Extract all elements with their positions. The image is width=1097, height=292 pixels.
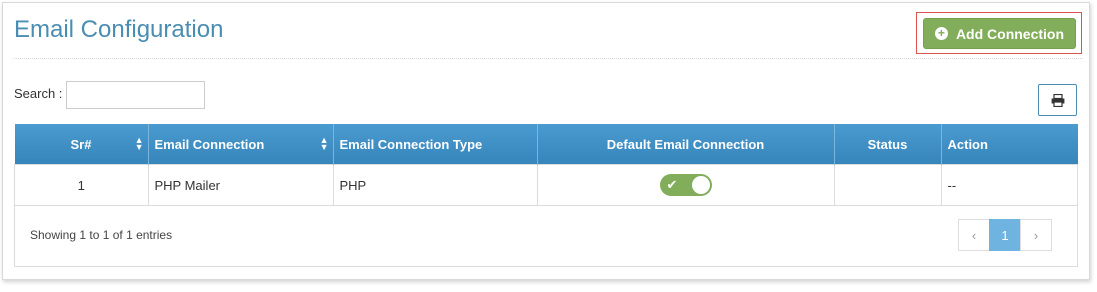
cell-email-connection: PHP Mailer (147, 164, 334, 206)
cell-action: -- (940, 164, 1078, 206)
column-header-sr[interactable]: Sr# ▲ ▼ (14, 124, 149, 165)
plus-circle-icon: + (934, 27, 948, 40)
search-input[interactable] (66, 81, 205, 109)
default-connection-toggle[interactable]: ✔ (659, 174, 712, 196)
add-connection-label: Add Connection (955, 25, 1065, 42)
cell-sr: 1 (14, 164, 149, 206)
printer-icon (1051, 93, 1064, 107)
toggle-knob (691, 176, 710, 194)
table-footer (14, 205, 1078, 267)
pagination-page-1[interactable]: 1 (989, 219, 1021, 251)
pagination-next-button[interactable]: › (1020, 219, 1052, 251)
title-divider (14, 58, 1083, 59)
pagination-prev-button[interactable]: ‹ (958, 219, 990, 251)
search-label: Search : (14, 86, 63, 101)
email-connections-table: Sr# ▲ ▼ Email Connection ▲ ▼ Email Connect… (14, 124, 1078, 206)
pagination: ‹ 1 › (958, 219, 1052, 251)
column-header-default-email-connection: Default Email Connection (537, 124, 835, 165)
cell-email-connection-type: PHP (332, 164, 538, 206)
table-info: Showing 1 to 1 of 1 entries (30, 228, 173, 242)
add-connection-button[interactable]: + Add Connection (923, 18, 1076, 49)
column-header-email-connection[interactable]: Email Connection ▲ ▼ (148, 124, 334, 165)
sort-icon[interactable]: ▲ ▼ (320, 136, 329, 152)
cell-default-email-connection: ✔ (536, 164, 835, 206)
cell-status (833, 164, 942, 206)
table-header-row: Sr# ▲ ▼ Email Connection ▲ ▼ Email Connect… (14, 124, 1078, 165)
column-header-status: Status (834, 124, 942, 165)
print-button[interactable] (1038, 84, 1077, 116)
table-row: 1 PHP Mailer PHP ✔ -- (14, 164, 1078, 206)
column-header-email-connection-type: Email Connection Type (333, 124, 538, 165)
column-header-action: Action (941, 124, 1078, 165)
check-icon: ✔ (666, 177, 678, 192)
sort-icon[interactable]: ▲ ▼ (135, 136, 144, 152)
page-title: Email Configuration (14, 16, 224, 43)
